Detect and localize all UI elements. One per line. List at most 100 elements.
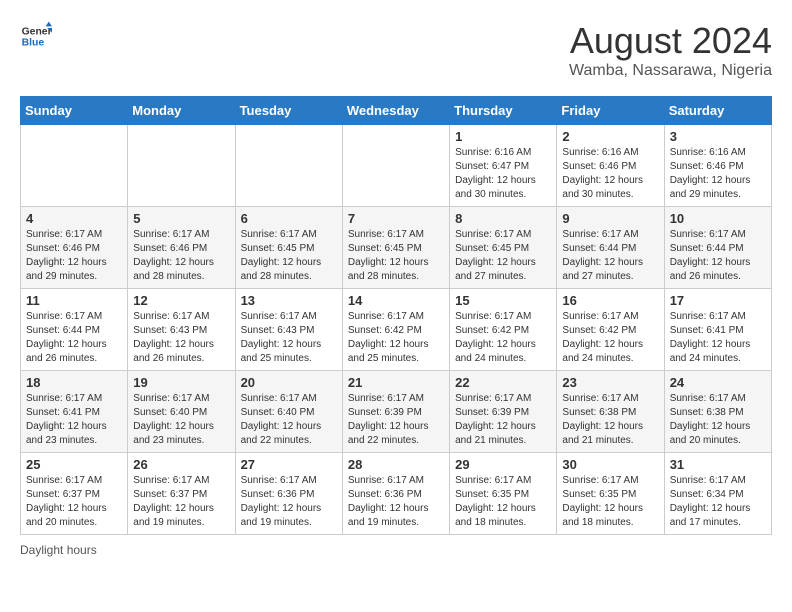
day-number: 6	[241, 211, 337, 226]
day-info: Sunrise: 6:17 AM Sunset: 6:45 PM Dayligh…	[241, 228, 337, 284]
day-info: Sunrise: 6:16 AM Sunset: 6:46 PM Dayligh…	[562, 146, 658, 202]
logo: General Blue	[20, 20, 52, 52]
calendar-cell: 9Sunrise: 6:17 AM Sunset: 6:44 PM Daylig…	[557, 207, 664, 289]
day-number: 22	[455, 375, 551, 390]
day-info: Sunrise: 6:17 AM Sunset: 6:39 PM Dayligh…	[348, 392, 444, 448]
calendar-cell: 19 Sunrise: 6:17 AM Sunset: 6:40 PM Dayli…	[128, 371, 235, 453]
calendar-cell: 14 Sunrise: 6:17 AM Sunset: 6:42 PM Dayli…	[342, 289, 449, 371]
day-info: Sunrise: 6:17 AM Sunset: 6:46 PM Dayligh…	[133, 228, 229, 284]
day-info: Sunrise: 6:17 AM Sunset: 6:35 PM Dayligh…	[562, 474, 658, 530]
calendar-cell: 22Sunrise: 6:17 AM Sunset: 6:39 PM Dayli…	[450, 371, 557, 453]
col-tuesday: Tuesday	[235, 97, 342, 125]
title-area: August 2024 Wamba, Nassarawa, Nigeria	[569, 20, 772, 80]
day-info: Sunrise: 6:17 AM Sunset: 6:45 PM Dayligh…	[348, 228, 444, 284]
calendar-week-5: 25 Sunrise: 6:17 AM Sunset: 6:37 PM Dayli…	[21, 453, 772, 535]
calendar-cell: 18 Sunrise: 6:17 AM Sunset: 6:41 PM Dayli…	[21, 371, 128, 453]
day-number: 18	[26, 375, 122, 390]
day-number: 29	[455, 457, 551, 472]
day-info: Sunrise: 6:17 AM Sunset: 6:44 PM Dayligh…	[562, 228, 658, 284]
day-info: Sunrise: 6:17 AM Sunset: 6:34 PM Dayligh…	[670, 474, 766, 530]
day-info: Sunrise: 6:17 AM Sunset: 6:42 PM Dayligh…	[455, 310, 551, 366]
calendar-cell: 10 Sunrise: 6:17 AM Sunset: 6:44 PM Dayli…	[664, 207, 771, 289]
day-number: 16	[562, 293, 658, 308]
calendar-table: Sunday Monday Tuesday Wednesday Thursday…	[20, 96, 772, 535]
day-number: 11	[26, 293, 122, 308]
day-info: Sunrise: 6:17 AM Sunset: 6:43 PM Dayligh…	[133, 310, 229, 366]
day-info: Sunrise: 6:17 AM Sunset: 6:36 PM Dayligh…	[348, 474, 444, 530]
day-info: Sunrise: 6:17 AM Sunset: 6:42 PM Dayligh…	[562, 310, 658, 366]
day-info: Sunrise: 6:17 AM Sunset: 6:37 PM Dayligh…	[26, 474, 122, 530]
day-info: Sunrise: 6:17 AM Sunset: 6:35 PM Dayligh…	[455, 474, 551, 530]
calendar-cell: 16 Sunrise: 6:17 AM Sunset: 6:42 PM Dayli…	[557, 289, 664, 371]
day-info: Sunrise: 6:17 AM Sunset: 6:42 PM Dayligh…	[348, 310, 444, 366]
day-info: Sunrise: 6:17 AM Sunset: 6:44 PM Dayligh…	[26, 310, 122, 366]
day-info: Sunrise: 6:17 AM Sunset: 6:37 PM Dayligh…	[133, 474, 229, 530]
day-number: 24	[670, 375, 766, 390]
day-info: Sunrise: 6:17 AM Sunset: 6:46 PM Dayligh…	[26, 228, 122, 284]
day-number: 14	[348, 293, 444, 308]
day-number: 25	[26, 457, 122, 472]
day-info: Sunrise: 6:16 AM Sunset: 6:46 PM Dayligh…	[670, 146, 766, 202]
col-monday: Monday	[128, 97, 235, 125]
day-number: 28	[348, 457, 444, 472]
day-number: 3	[670, 129, 766, 144]
day-info: Sunrise: 6:17 AM Sunset: 6:40 PM Dayligh…	[241, 392, 337, 448]
calendar-cell: 31Sunrise: 6:17 AM Sunset: 6:34 PM Dayli…	[664, 453, 771, 535]
day-info: Sunrise: 6:17 AM Sunset: 6:38 PM Dayligh…	[562, 392, 658, 448]
calendar-title: August 2024	[569, 20, 772, 62]
calendar-body: 1Sunrise: 6:16 AM Sunset: 6:47 PM Daylig…	[21, 125, 772, 535]
calendar-cell: 21 Sunrise: 6:17 AM Sunset: 6:39 PM Dayli…	[342, 371, 449, 453]
calendar-cell: 29 Sunrise: 6:17 AM Sunset: 6:35 PM Dayli…	[450, 453, 557, 535]
day-number: 17	[670, 293, 766, 308]
day-number: 19	[133, 375, 229, 390]
calendar-cell: 1Sunrise: 6:16 AM Sunset: 6:47 PM Daylig…	[450, 125, 557, 207]
calendar-cell	[235, 125, 342, 207]
calendar-cell: 23 Sunrise: 6:17 AM Sunset: 6:38 PM Dayli…	[557, 371, 664, 453]
calendar-cell	[342, 125, 449, 207]
day-info: Sunrise: 6:17 AM Sunset: 6:41 PM Dayligh…	[670, 310, 766, 366]
day-info: Sunrise: 6:17 AM Sunset: 6:40 PM Dayligh…	[133, 392, 229, 448]
day-number: 20	[241, 375, 337, 390]
day-info: Sunrise: 6:17 AM Sunset: 6:45 PM Dayligh…	[455, 228, 551, 284]
footer-note: Daylight hours	[20, 543, 772, 557]
header-row: Sunday Monday Tuesday Wednesday Thursday…	[21, 97, 772, 125]
calendar-week-4: 18 Sunrise: 6:17 AM Sunset: 6:41 PM Dayli…	[21, 371, 772, 453]
calendar-cell: 27Sunrise: 6:17 AM Sunset: 6:36 PM Dayli…	[235, 453, 342, 535]
day-info: Sunrise: 6:17 AM Sunset: 6:38 PM Dayligh…	[670, 392, 766, 448]
calendar-cell: 5 Sunrise: 6:17 AM Sunset: 6:46 PM Daylig…	[128, 207, 235, 289]
day-number: 5	[133, 211, 229, 226]
day-number: 30	[562, 457, 658, 472]
calendar-cell: 24 Sunrise: 6:17 AM Sunset: 6:38 PM Dayli…	[664, 371, 771, 453]
calendar-cell: 13Sunrise: 6:17 AM Sunset: 6:43 PM Dayli…	[235, 289, 342, 371]
logo-icon: General Blue	[20, 20, 52, 52]
day-number: 23	[562, 375, 658, 390]
calendar-cell: 11 Sunrise: 6:17 AM Sunset: 6:44 PM Dayli…	[21, 289, 128, 371]
col-sunday: Sunday	[21, 97, 128, 125]
calendar-cell: 30 Sunrise: 6:17 AM Sunset: 6:35 PM Dayli…	[557, 453, 664, 535]
calendar-header: Sunday Monday Tuesday Wednesday Thursday…	[21, 97, 772, 125]
day-number: 26	[133, 457, 229, 472]
calendar-week-2: 4 Sunrise: 6:17 AM Sunset: 6:46 PM Daylig…	[21, 207, 772, 289]
col-friday: Friday	[557, 97, 664, 125]
calendar-cell: 7Sunrise: 6:17 AM Sunset: 6:45 PM Daylig…	[342, 207, 449, 289]
day-number: 27	[241, 457, 337, 472]
day-number: 10	[670, 211, 766, 226]
calendar-cell: 17 Sunrise: 6:17 AM Sunset: 6:41 PM Dayli…	[664, 289, 771, 371]
calendar-week-1: 1Sunrise: 6:16 AM Sunset: 6:47 PM Daylig…	[21, 125, 772, 207]
calendar-subtitle: Wamba, Nassarawa, Nigeria	[569, 62, 772, 80]
calendar-cell: 8Sunrise: 6:17 AM Sunset: 6:45 PM Daylig…	[450, 207, 557, 289]
day-number: 1	[455, 129, 551, 144]
calendar-cell: 28 Sunrise: 6:17 AM Sunset: 6:36 PM Dayli…	[342, 453, 449, 535]
day-number: 12	[133, 293, 229, 308]
col-wednesday: Wednesday	[342, 97, 449, 125]
day-info: Sunrise: 6:17 AM Sunset: 6:41 PM Dayligh…	[26, 392, 122, 448]
day-number: 4	[26, 211, 122, 226]
col-thursday: Thursday	[450, 97, 557, 125]
day-info: Sunrise: 6:17 AM Sunset: 6:44 PM Dayligh…	[670, 228, 766, 284]
day-number: 2	[562, 129, 658, 144]
calendar-cell: 26 Sunrise: 6:17 AM Sunset: 6:37 PM Dayli…	[128, 453, 235, 535]
page-header: General Blue August 2024 Wamba, Nassaraw…	[20, 20, 772, 80]
day-number: 21	[348, 375, 444, 390]
calendar-cell: 3 Sunrise: 6:16 AM Sunset: 6:46 PM Daylig…	[664, 125, 771, 207]
svg-text:Blue: Blue	[22, 38, 45, 49]
